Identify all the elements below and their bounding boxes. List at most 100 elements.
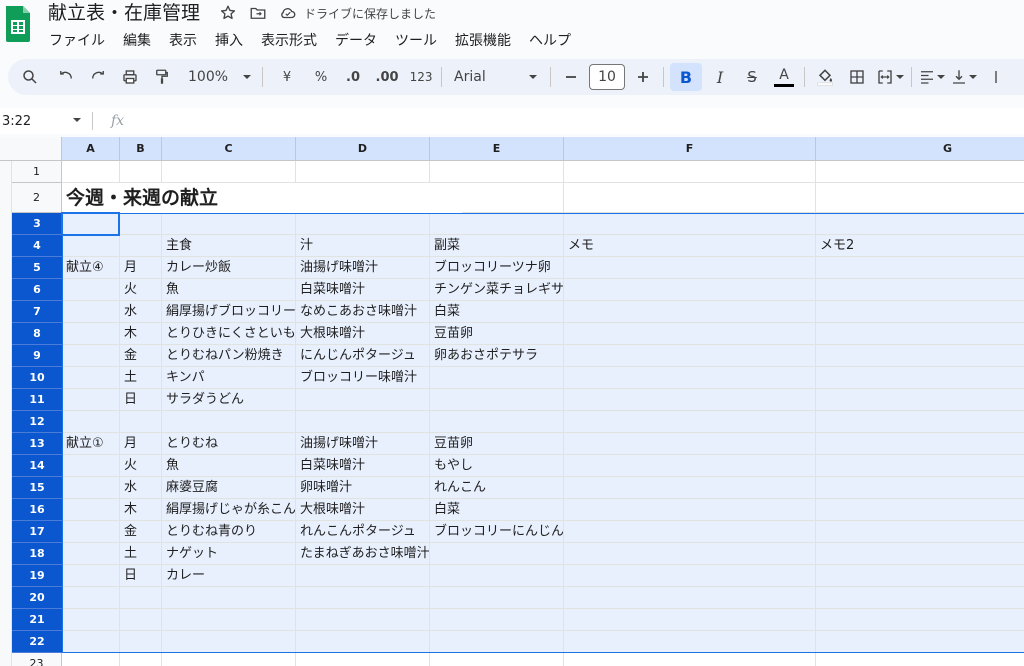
row-header-8[interactable]: 8 bbox=[12, 323, 62, 345]
fx-icon: fx bbox=[111, 113, 125, 129]
horizontal-align-icon[interactable] bbox=[918, 63, 946, 91]
vertical-align-icon[interactable] bbox=[950, 63, 978, 91]
row-header-13[interactable]: 13 bbox=[12, 433, 62, 455]
search-menus-icon[interactable] bbox=[16, 63, 44, 91]
menu-edit[interactable]: 編集 bbox=[122, 28, 152, 52]
row-header-20[interactable]: 20 bbox=[12, 587, 62, 609]
select-all-corner[interactable] bbox=[0, 137, 62, 161]
column-header-e[interactable]: E bbox=[430, 137, 564, 161]
sheets-logo-icon[interactable] bbox=[4, 4, 32, 42]
decrease-decimal-label: .0 bbox=[346, 69, 361, 85]
bold-button[interactable]: B bbox=[670, 63, 703, 91]
column-header-b[interactable]: B bbox=[120, 137, 162, 161]
menu-format[interactable]: 表示形式 bbox=[260, 28, 318, 52]
column-header-f[interactable]: F bbox=[564, 137, 816, 161]
sheet-title[interactable]: 今週・来週の献立 bbox=[62, 183, 462, 213]
menu-file[interactable]: ファイル bbox=[48, 28, 106, 52]
decrease-font-size-icon[interactable] bbox=[557, 63, 585, 91]
table-row bbox=[62, 161, 1024, 183]
row-header-3[interactable]: 3 bbox=[12, 213, 62, 235]
text-wrapping-icon[interactable] bbox=[982, 63, 1010, 91]
text-color-bar bbox=[774, 83, 795, 87]
row-header-6[interactable]: 6 bbox=[12, 279, 62, 301]
row-header-23[interactable]: 23 bbox=[12, 653, 62, 666]
row-header-9[interactable]: 9 bbox=[12, 345, 62, 367]
row-header-11[interactable]: 11 bbox=[12, 389, 62, 411]
selection-range bbox=[62, 213, 1024, 653]
menu-tools[interactable]: ツール bbox=[394, 28, 438, 52]
undo-icon[interactable] bbox=[52, 63, 80, 91]
percent-format-button[interactable]: % bbox=[307, 63, 335, 91]
strikethrough-button[interactable]: S bbox=[738, 63, 766, 91]
zoom-value: 100% bbox=[188, 69, 229, 85]
paint-format-icon[interactable] bbox=[148, 63, 176, 91]
row-group-strip bbox=[0, 161, 12, 666]
merge-cells-icon[interactable] bbox=[875, 63, 905, 91]
redo-icon[interactable] bbox=[84, 63, 112, 91]
font-family-value: Arial bbox=[454, 69, 486, 85]
menu-insert[interactable]: 挿入 bbox=[214, 28, 244, 52]
row-header-14[interactable]: 14 bbox=[12, 455, 62, 477]
font-size-input[interactable]: 10 bbox=[589, 64, 626, 90]
fill-color-icon[interactable] bbox=[811, 63, 839, 91]
chevron-down-icon bbox=[242, 72, 252, 82]
active-cell[interactable] bbox=[61, 212, 120, 236]
menu-data[interactable]: データ bbox=[334, 28, 378, 52]
toolbar-divider bbox=[550, 67, 552, 87]
zoom-select[interactable]: 100% bbox=[184, 63, 256, 91]
table-row bbox=[62, 653, 1024, 666]
spreadsheet-grid[interactable]: A B C D E F G 1 2 3 4 5 献立④ 月カレー炒飯 油揚げ味噌汁 ブロッコリーツナ卵 6 火魚白… bbox=[0, 137, 1024, 666]
row-header-1[interactable]: 1 bbox=[12, 161, 62, 183]
toolbar-divider bbox=[911, 67, 913, 87]
row-header-12[interactable]: 12 bbox=[12, 411, 62, 433]
toolbar-divider bbox=[262, 67, 264, 87]
toolbar-divider bbox=[804, 67, 806, 87]
italic-button[interactable]: I bbox=[706, 63, 734, 91]
cloud-saved-icon[interactable] bbox=[278, 3, 298, 23]
increase-decimal-button[interactable]: .00 bbox=[373, 63, 401, 91]
row-header-21[interactable]: 21 bbox=[12, 609, 62, 631]
row-header-18[interactable]: 18 bbox=[12, 543, 62, 565]
formula-input[interactable] bbox=[124, 108, 1024, 134]
row-header-19[interactable]: 19 bbox=[12, 565, 62, 587]
print-icon[interactable] bbox=[116, 63, 144, 91]
save-status: ドライブに保存しました bbox=[304, 6, 437, 21]
document-title[interactable]: 献立表・在庫管理 bbox=[48, 0, 200, 26]
column-header-g[interactable]: G bbox=[816, 137, 1024, 161]
toolbar-divider bbox=[663, 67, 665, 87]
row-header-2[interactable]: 2 bbox=[12, 183, 62, 213]
toolbar: 100% ¥ % .0 .00 123 Arial 10 B I S A bbox=[8, 59, 1024, 95]
text-color-button[interactable]: A bbox=[770, 63, 798, 91]
name-box-value: 3:22 bbox=[2, 113, 32, 129]
row-header-17[interactable]: 17 bbox=[12, 521, 62, 543]
formula-bar-divider bbox=[92, 112, 93, 130]
row-header-5[interactable]: 5 bbox=[12, 257, 62, 279]
row-header-10[interactable]: 10 bbox=[12, 367, 62, 389]
row-header-4[interactable]: 4 bbox=[12, 235, 62, 257]
toolbar-divider bbox=[441, 67, 443, 87]
menu-bar: ファイル 編集 表示 挿入 表示形式 データ ツール 拡張機能 ヘルプ bbox=[48, 28, 572, 52]
row-header-22[interactable]: 22 bbox=[12, 631, 62, 653]
column-header-c[interactable]: C bbox=[162, 137, 296, 161]
text-color-label: A bbox=[779, 66, 789, 83]
row-header-7[interactable]: 7 bbox=[12, 301, 62, 323]
currency-format-button[interactable]: ¥ bbox=[273, 63, 301, 91]
increase-font-size-icon[interactable] bbox=[629, 63, 657, 91]
column-header-a[interactable]: A bbox=[62, 137, 120, 161]
chevron-down-icon bbox=[72, 114, 82, 129]
row-header-15[interactable]: 15 bbox=[12, 477, 62, 499]
row-header-16[interactable]: 16 bbox=[12, 499, 62, 521]
menu-extensions[interactable]: 拡張機能 bbox=[454, 28, 512, 52]
formula-bar: 3:22 fx bbox=[0, 108, 1024, 134]
borders-icon[interactable] bbox=[843, 63, 871, 91]
move-folder-icon[interactable] bbox=[248, 3, 268, 23]
decrease-decimal-button[interactable]: .0 bbox=[339, 63, 367, 91]
chevron-down-icon bbox=[528, 72, 538, 82]
name-box[interactable]: 3:22 bbox=[0, 114, 88, 129]
menu-view[interactable]: 表示 bbox=[168, 28, 198, 52]
star-icon[interactable] bbox=[218, 3, 238, 23]
menu-help[interactable]: ヘルプ bbox=[528, 28, 572, 52]
column-header-d[interactable]: D bbox=[296, 137, 430, 161]
number-format-button[interactable]: 123 bbox=[407, 63, 435, 91]
font-family-select[interactable]: Arial bbox=[448, 63, 544, 91]
